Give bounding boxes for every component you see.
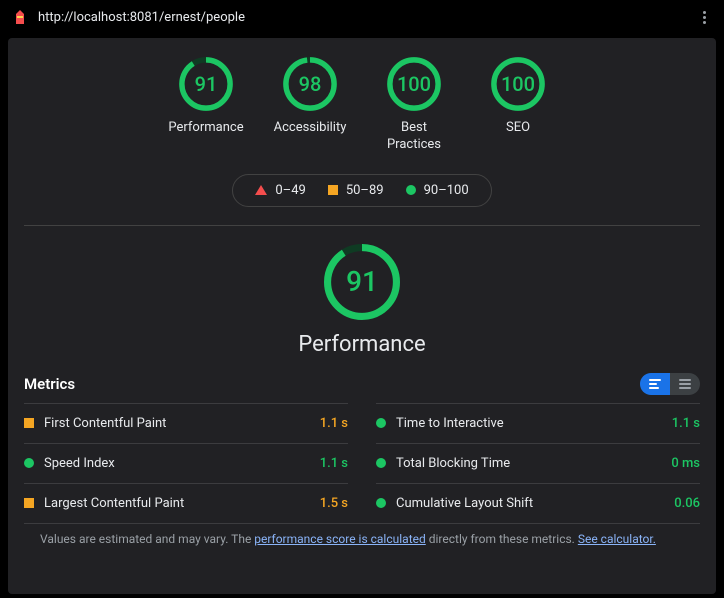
- toggle-collapsed-button[interactable]: [670, 373, 700, 395]
- score-legend: 0–49 50–89 90–100: [232, 174, 491, 207]
- gauge-score: 91: [178, 56, 234, 112]
- gauge-best-practices[interactable]: 100 Best Practices: [374, 56, 454, 154]
- lighthouse-report-window: http://localhost:8081/ernest/people 91 P…: [0, 0, 724, 598]
- metric-value: 1.5 s: [320, 496, 348, 511]
- detail-score: 91: [322, 242, 402, 322]
- legend-fail-label: 0–49: [275, 183, 305, 198]
- metric-row: Time to Interactive 1.1 s: [376, 403, 700, 443]
- metric-name: Largest Contentful Paint: [44, 496, 184, 511]
- gauge-label: Best Practices: [374, 120, 454, 154]
- legend-avg-label: 50–89: [346, 183, 384, 198]
- triangle-icon: [255, 185, 267, 195]
- gauge-score: 100: [386, 56, 442, 112]
- category-gauges: 91 Performance 98 Accessibility: [8, 38, 716, 160]
- metrics-title: Metrics: [24, 375, 75, 393]
- circle-icon: [24, 458, 34, 468]
- metric-row: Cumulative Layout Shift 0.06: [376, 483, 700, 523]
- gauge-label: Performance: [168, 120, 243, 152]
- detail-label: Performance: [298, 332, 425, 357]
- square-icon: [328, 185, 338, 195]
- calc-link[interactable]: performance score is calculated: [254, 532, 425, 546]
- toggle-expanded-button[interactable]: [640, 373, 670, 395]
- metric-row: Largest Contentful Paint 1.5 s: [24, 483, 348, 523]
- metrics-header: Metrics: [8, 367, 716, 403]
- circle-icon: [376, 458, 386, 468]
- gauge-score: 98: [282, 56, 338, 112]
- legend-fail: 0–49: [255, 183, 305, 198]
- legend-avg: 50–89: [328, 183, 384, 198]
- legend-pass-label: 90–100: [424, 183, 469, 198]
- metric-value: 0 ms: [671, 456, 700, 471]
- bars-left-icon: [649, 379, 661, 389]
- gauge-score: 100: [490, 56, 546, 112]
- metric-value: 1.1 s: [320, 456, 348, 471]
- gauge-label: SEO: [506, 120, 530, 152]
- gauge-label: Accessibility: [274, 120, 347, 152]
- circle-icon: [376, 418, 386, 428]
- metric-value: 1.1 s: [320, 416, 348, 431]
- legend-pass: 90–100: [406, 183, 469, 198]
- metric-name: Total Blocking Time: [396, 456, 510, 471]
- metric-row: Total Blocking Time 0 ms: [376, 443, 700, 483]
- metric-value: 0.06: [674, 496, 700, 511]
- metric-name: Speed Index: [44, 456, 115, 471]
- metrics-view-toggle: [640, 373, 700, 395]
- metric-name: Time to Interactive: [396, 416, 504, 431]
- circle-icon: [406, 185, 416, 195]
- footnote-text: directly from these metrics.: [426, 532, 578, 546]
- page-url: http://localhost:8081/ernest/people: [38, 10, 686, 25]
- footnote: Values are estimated and may vary. The p…: [24, 523, 700, 546]
- gauge-seo[interactable]: 100 SEO: [478, 56, 558, 154]
- metrics-grid: First Contentful Paint 1.1 s Speed Index…: [8, 403, 716, 523]
- metric-row: First Contentful Paint 1.1 s: [24, 403, 348, 443]
- metric-row: Speed Index 1.1 s: [24, 443, 348, 483]
- category-detail-gauge: 91 Performance: [8, 226, 716, 367]
- metric-name: First Contentful Paint: [44, 416, 166, 431]
- see-calc-link[interactable]: See calculator.: [578, 532, 656, 546]
- metric-name: Cumulative Layout Shift: [396, 496, 533, 511]
- circle-icon: [376, 498, 386, 508]
- footnote-text: Values are estimated and may vary. The: [40, 532, 254, 546]
- square-icon: [24, 498, 34, 508]
- gauge-performance[interactable]: 91 Performance: [166, 56, 246, 154]
- metric-value: 1.1 s: [672, 416, 700, 431]
- more-options-button[interactable]: [696, 9, 712, 25]
- lighthouse-icon: [12, 9, 28, 25]
- address-bar: http://localhost:8081/ernest/people: [0, 0, 724, 34]
- gauge-accessibility[interactable]: 98 Accessibility: [270, 56, 350, 154]
- square-icon: [24, 418, 34, 428]
- report-body: 91 Performance 98 Accessibility: [8, 38, 716, 594]
- bars-center-icon: [679, 379, 691, 389]
